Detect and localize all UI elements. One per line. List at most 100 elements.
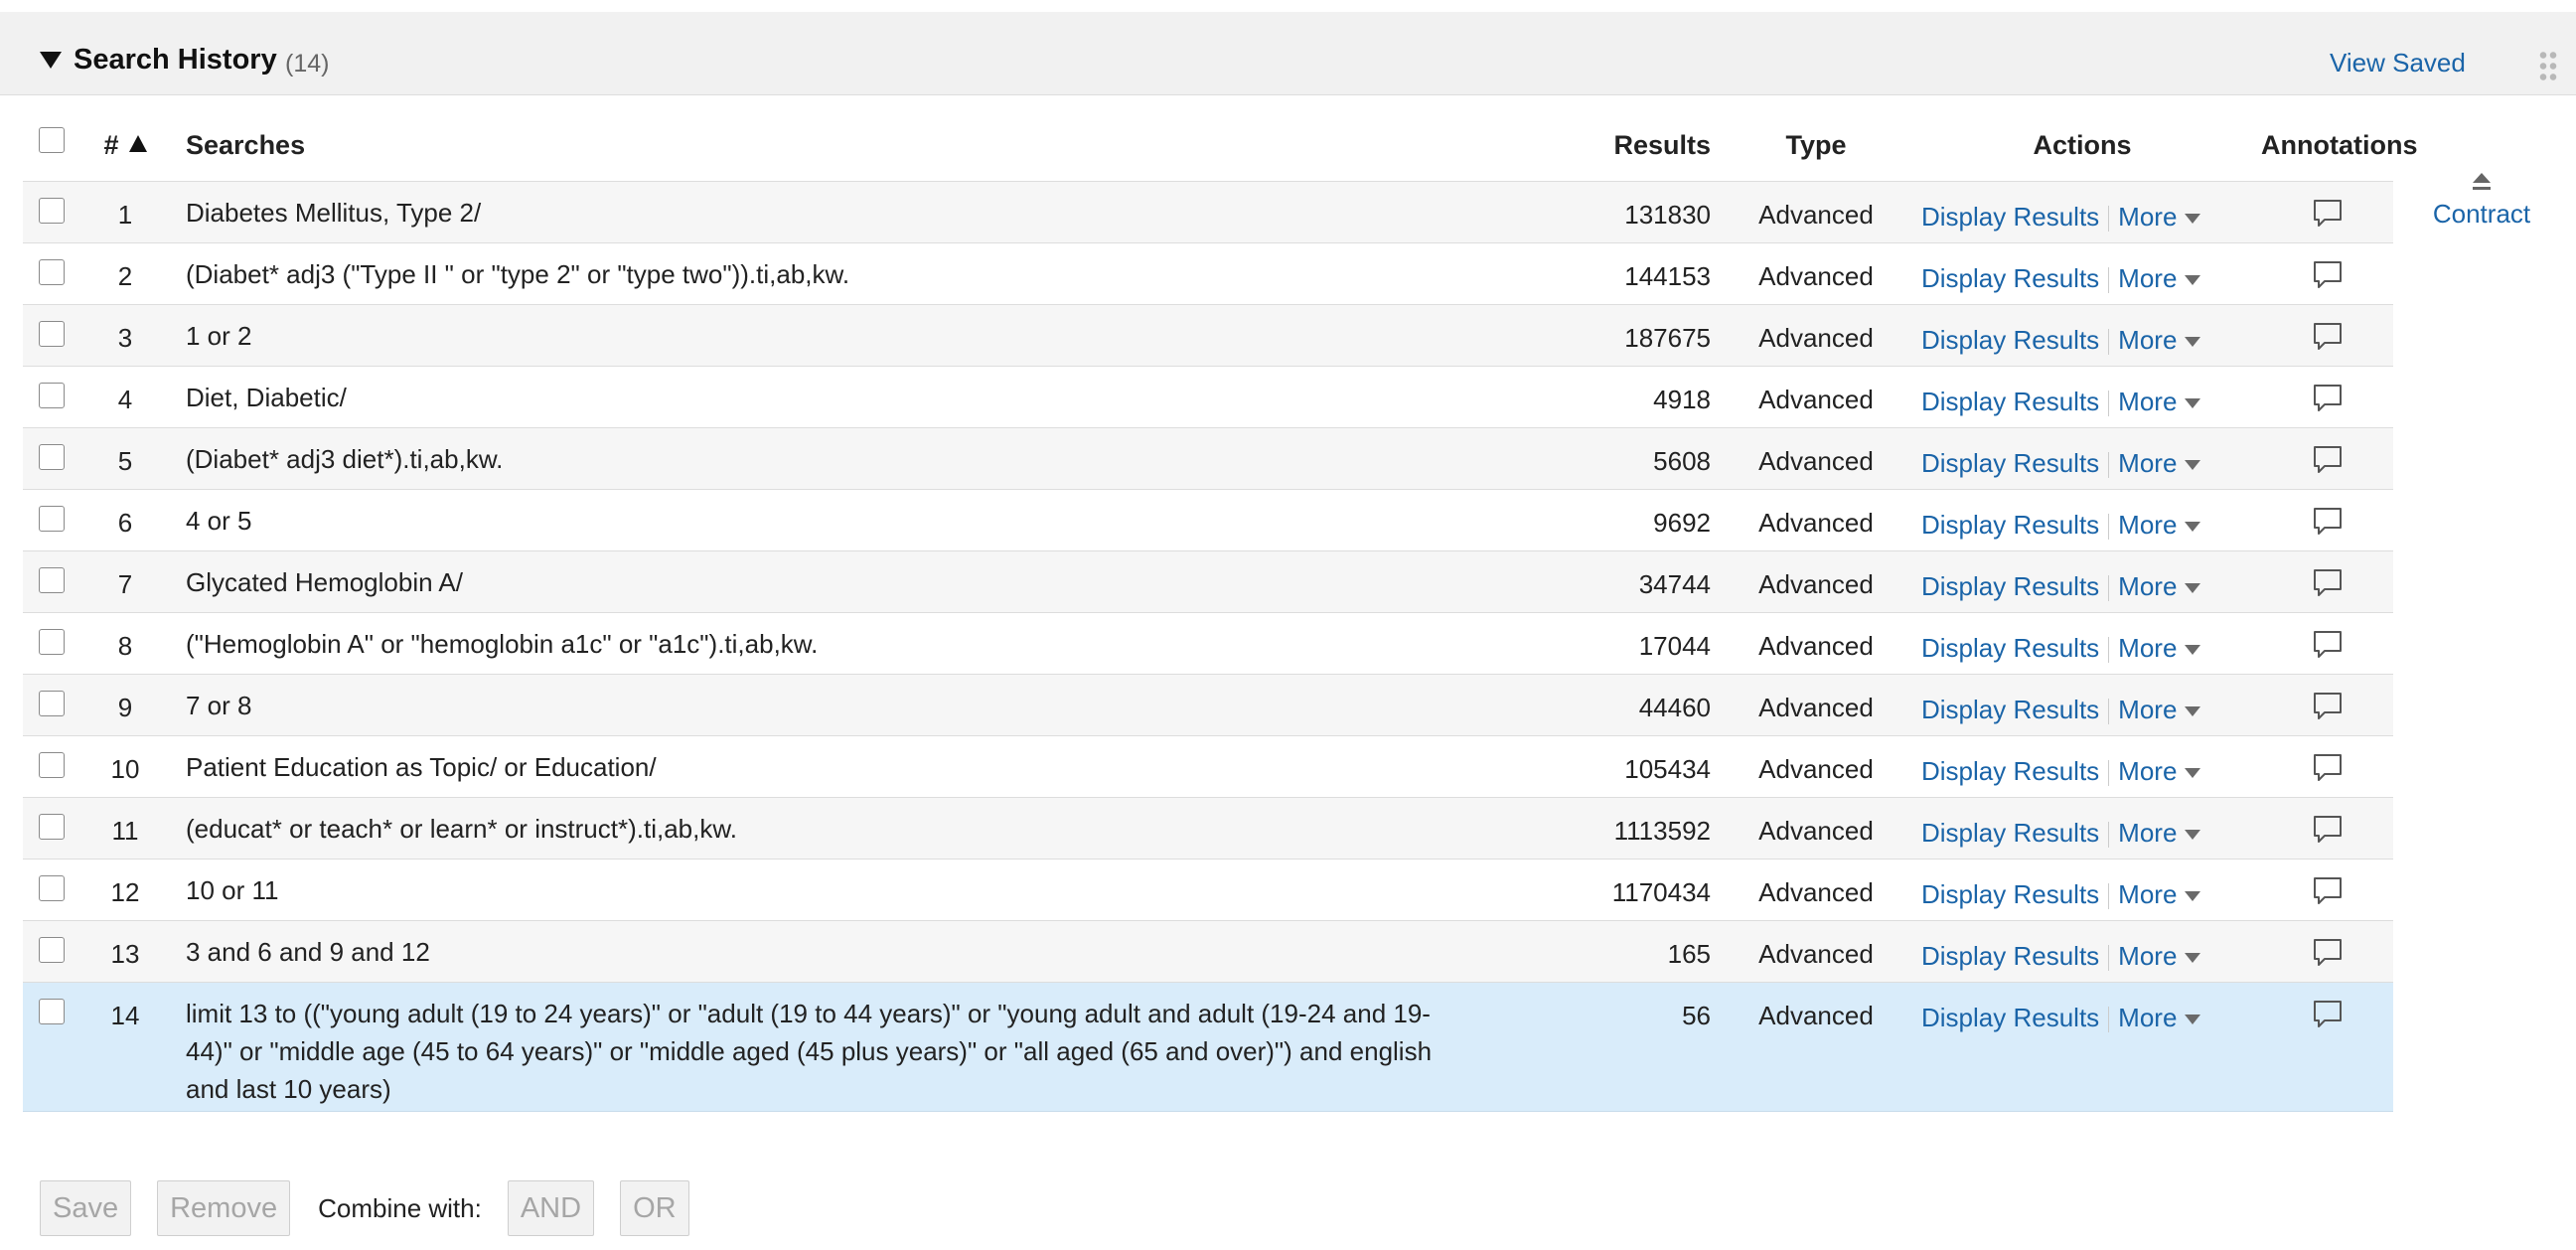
row-number: 4: [80, 366, 170, 428]
row-checkbox[interactable]: [39, 629, 65, 655]
action-separator: [2108, 637, 2110, 664]
row-checkbox[interactable]: [39, 198, 65, 224]
column-header-number-label: #: [103, 129, 119, 160]
caret-down-icon: [2185, 953, 2201, 964]
caret-down-icon: [2185, 398, 2201, 409]
select-all-checkbox[interactable]: [39, 127, 65, 154]
display-results-link[interactable]: Display Results: [1921, 263, 2099, 293]
row-number: 11: [80, 797, 170, 859]
row-results-count: 4918: [1541, 366, 1729, 428]
row-annotation-cell: [2261, 797, 2393, 859]
combine-or-button[interactable]: OR: [620, 1180, 689, 1236]
more-menu[interactable]: More: [2118, 325, 2201, 355]
more-menu[interactable]: More: [2118, 510, 2201, 540]
display-results-link[interactable]: Display Results: [1921, 448, 2099, 478]
caret-down-icon: [2185, 891, 2201, 902]
row-search-type: Advanced: [1729, 674, 1903, 736]
comment-icon[interactable]: [2310, 565, 2346, 601]
column-header-results: Results: [1541, 109, 1729, 182]
more-menu[interactable]: More: [2118, 941, 2201, 971]
row-checkbox[interactable]: [39, 506, 65, 532]
display-results-link[interactable]: Display Results: [1921, 387, 2099, 416]
comment-icon[interactable]: [2310, 257, 2346, 293]
save-button[interactable]: Save: [40, 1180, 132, 1236]
more-menu[interactable]: More: [2118, 695, 2201, 724]
comment-icon[interactable]: [2310, 319, 2346, 355]
comment-icon[interactable]: [2310, 689, 2346, 724]
comment-icon[interactable]: [2310, 442, 2346, 478]
caret-down-icon: [2185, 275, 2201, 286]
comment-icon[interactable]: [2310, 627, 2346, 663]
table-row: 1 Diabetes Mellitus, Type 2/ 131830 Adva…: [23, 181, 2393, 243]
display-results-link[interactable]: Display Results: [1921, 879, 2099, 909]
row-checkbox[interactable]: [39, 999, 65, 1024]
row-checkbox[interactable]: [39, 814, 65, 840]
row-search-query: Diabetes Mellitus, Type 2/: [170, 181, 1541, 243]
comment-icon[interactable]: [2310, 812, 2346, 848]
row-annotation-cell: [2261, 982, 2393, 1112]
caret-down-icon: [2185, 645, 2201, 656]
caret-down-icon: [2185, 214, 2201, 225]
more-menu-label: More: [2118, 387, 2178, 416]
row-search-query: 7 or 8: [170, 674, 1541, 736]
drag-handle-icon[interactable]: [2538, 50, 2558, 83]
view-saved-link[interactable]: View Saved: [2330, 48, 2466, 78]
display-results-link[interactable]: Display Results: [1921, 941, 2099, 971]
display-results-link[interactable]: Display Results: [1921, 633, 2099, 663]
comment-icon[interactable]: [2310, 196, 2346, 232]
table-header-row: # Searches Results Type Actions Annotati…: [23, 109, 2417, 182]
sort-ascending-icon: [128, 134, 147, 152]
display-results-link[interactable]: Display Results: [1921, 510, 2099, 540]
more-menu[interactable]: More: [2118, 571, 2201, 601]
remove-button[interactable]: Remove: [157, 1180, 291, 1236]
more-menu[interactable]: More: [2118, 633, 2201, 663]
row-checkbox[interactable]: [39, 691, 65, 716]
more-menu[interactable]: More: [2118, 818, 2201, 848]
more-menu[interactable]: More: [2118, 387, 2201, 416]
action-separator: [2108, 760, 2110, 787]
display-results-link[interactable]: Display Results: [1921, 756, 2099, 786]
combine-and-button[interactable]: AND: [507, 1180, 595, 1236]
caret-down-icon: [2185, 706, 2201, 717]
display-results-link[interactable]: Display Results: [1921, 818, 2099, 848]
column-header-number[interactable]: #: [80, 109, 170, 182]
comment-icon[interactable]: [2310, 873, 2346, 909]
table-row: 2 (Diabet* adj3 ("Type II " or "type 2" …: [23, 242, 2393, 305]
history-actions-bar: Save Remove Combine with: AND OR: [40, 1180, 689, 1236]
row-annotation-cell: [2261, 427, 2393, 490]
row-checkbox[interactable]: [39, 567, 65, 593]
display-results-link[interactable]: Display Results: [1921, 571, 2099, 601]
row-checkbox[interactable]: [39, 444, 65, 470]
row-checkbox[interactable]: [39, 383, 65, 408]
comment-icon[interactable]: [2310, 750, 2346, 786]
row-checkbox[interactable]: [39, 752, 65, 778]
row-checkbox[interactable]: [39, 937, 65, 963]
display-results-link[interactable]: Display Results: [1921, 202, 2099, 232]
more-menu[interactable]: More: [2118, 263, 2201, 293]
more-menu[interactable]: More: [2118, 202, 2201, 232]
row-checkbox[interactable]: [39, 875, 65, 901]
row-select-cell: [23, 982, 80, 1112]
contract-toggle[interactable]: Contract: [2432, 171, 2531, 230]
collapse-triangle-icon[interactable]: [40, 52, 62, 69]
row-actions: Display Results More: [1903, 612, 2261, 675]
more-menu[interactable]: More: [2118, 756, 2201, 786]
row-checkbox[interactable]: [39, 259, 65, 285]
display-results-link[interactable]: Display Results: [1921, 325, 2099, 355]
caret-down-icon: [2185, 1015, 2201, 1025]
display-results-link[interactable]: Display Results: [1921, 1003, 2099, 1032]
row-actions: Display Results More: [1903, 797, 2261, 859]
more-menu[interactable]: More: [2118, 448, 2201, 478]
action-separator: [2108, 945, 2110, 972]
row-checkbox[interactable]: [39, 321, 65, 347]
more-menu[interactable]: More: [2118, 1003, 2201, 1032]
row-search-query: 1 or 2: [170, 304, 1541, 367]
comment-icon[interactable]: [2310, 935, 2346, 971]
more-menu[interactable]: More: [2118, 879, 2201, 909]
row-number: 12: [80, 859, 170, 921]
comment-icon[interactable]: [2310, 997, 2346, 1032]
comment-icon[interactable]: [2310, 381, 2346, 416]
comment-icon[interactable]: [2310, 504, 2346, 540]
display-results-link[interactable]: Display Results: [1921, 695, 2099, 724]
row-number: 8: [80, 612, 170, 675]
